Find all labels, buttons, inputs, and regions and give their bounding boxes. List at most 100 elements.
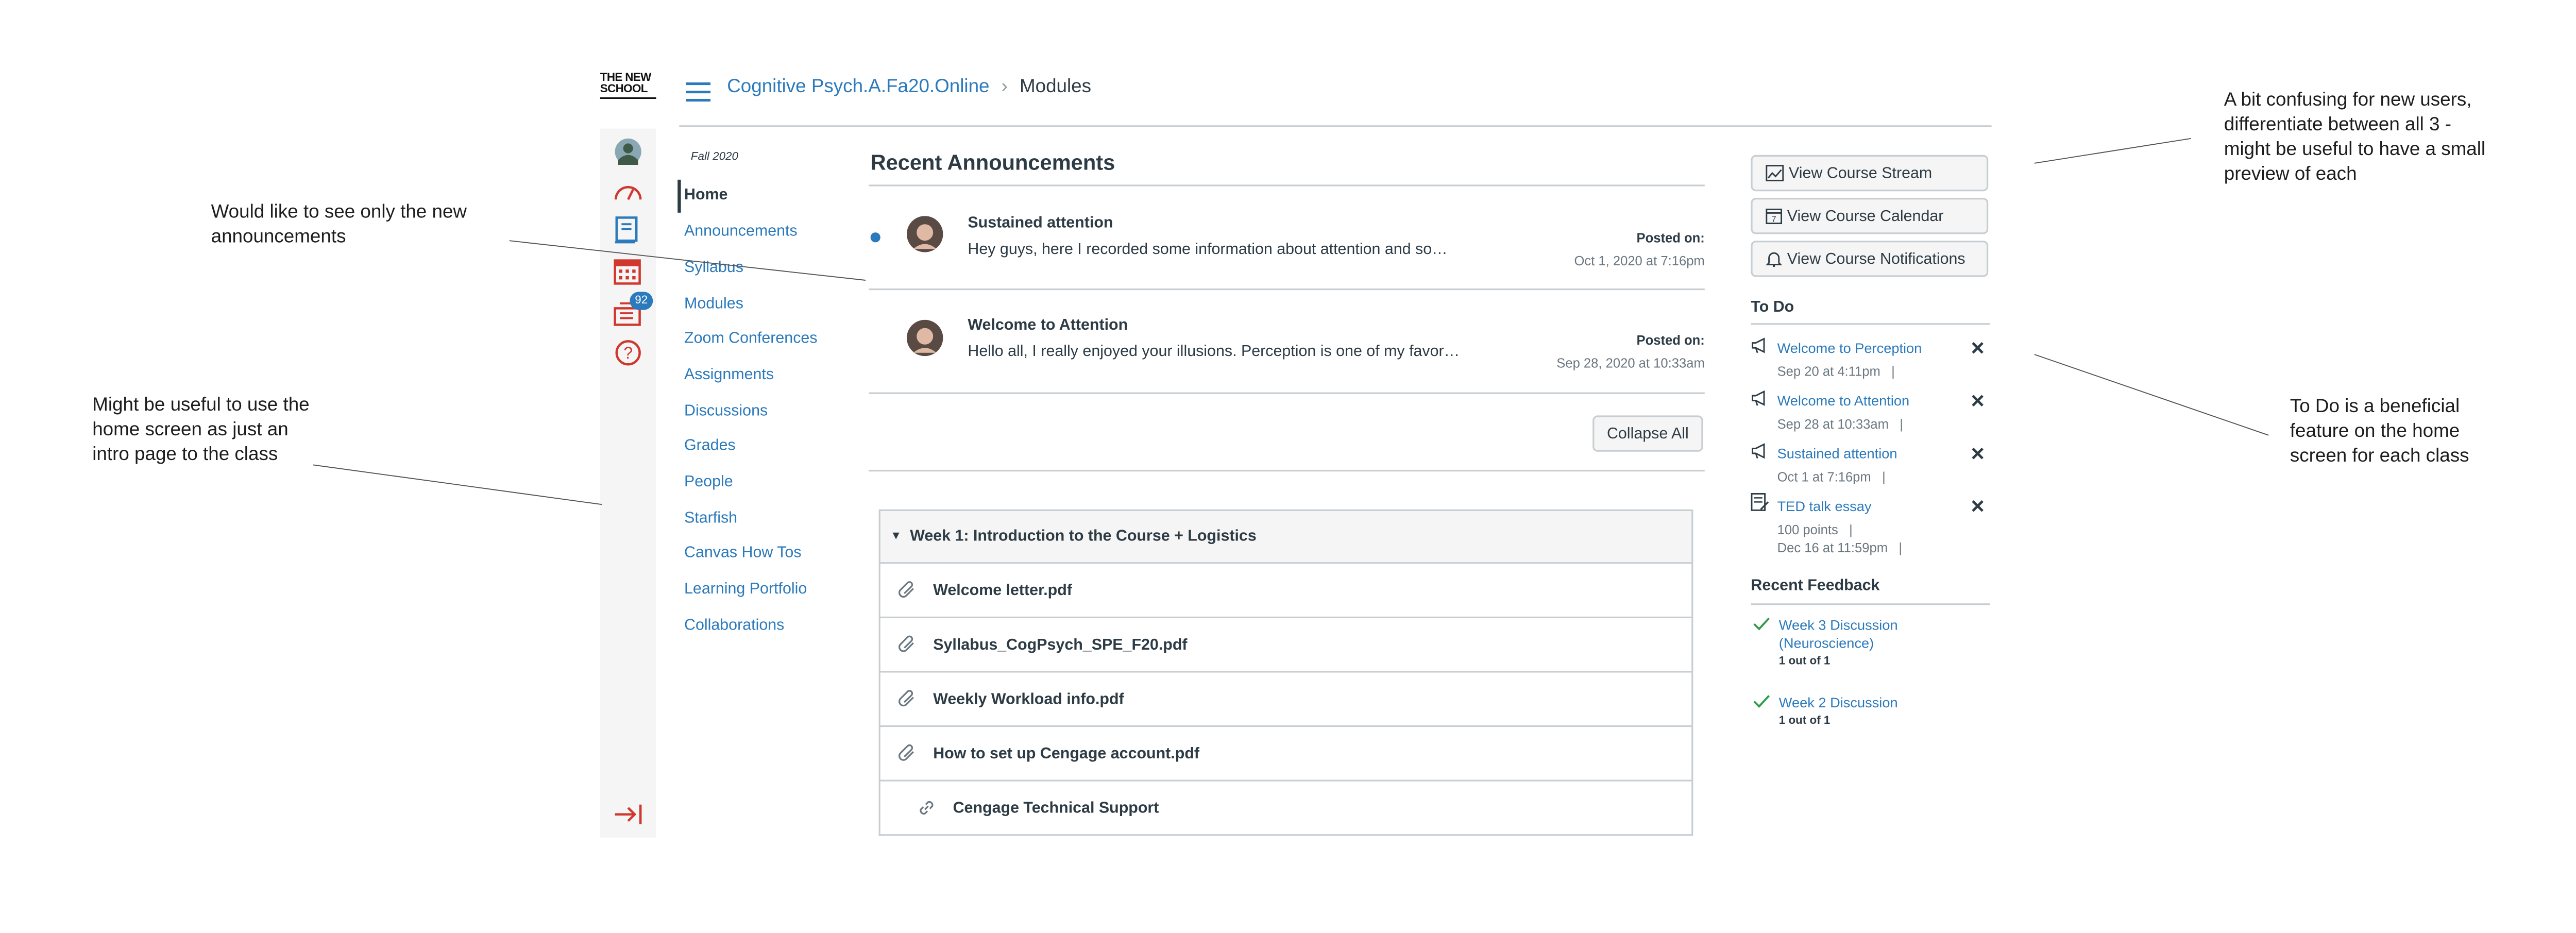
announcement-title[interactable]: Welcome to Attention xyxy=(968,316,1128,334)
announcement-item[interactable]: Welcome to Attention Hello all, I really… xyxy=(869,290,1705,394)
feedback-score: 1 out of 1 xyxy=(1778,715,1831,727)
announcement-title[interactable]: Sustained attention xyxy=(968,214,1113,232)
dismiss-icon[interactable]: ✕ xyxy=(1970,391,1986,412)
module-title: Week 1: Introduction to the Course + Log… xyxy=(910,528,1257,546)
courses-icon[interactable] xyxy=(613,216,639,244)
collapse-nav-icon[interactable] xyxy=(613,804,643,824)
module-item-title[interactable]: Cengage Technical Support xyxy=(953,799,1159,817)
annotation-announcements: Would like to see only the new announcem… xyxy=(211,202,467,247)
course-nav-learning-portfolio[interactable]: Learning Portfolio xyxy=(684,580,807,598)
checkmark-icon xyxy=(1753,617,1771,632)
todo-sub: Oct 1 at 7:16pm | xyxy=(1777,470,1886,485)
todo-title[interactable]: Welcome to Perception xyxy=(1777,340,1922,356)
feedback-title[interactable]: Week 3 Discussion (Neuroscience) xyxy=(1779,617,1936,653)
course-nav-announcements[interactable]: Announcements xyxy=(684,223,798,241)
megaphone-icon xyxy=(1751,442,1769,460)
megaphone-icon xyxy=(1751,336,1769,354)
assignment-icon xyxy=(1751,493,1769,511)
notification-badge: 92 xyxy=(630,292,653,310)
module-item[interactable]: Welcome letter.pdf xyxy=(878,564,1693,618)
course-nav-home[interactable]: Home xyxy=(684,186,728,205)
view-course-calendar-button[interactable]: 7 View Course Calendar xyxy=(1751,198,1989,234)
hamburger-menu-icon[interactable] xyxy=(686,82,711,102)
checkmark-icon xyxy=(1753,694,1771,709)
dismiss-icon[interactable]: ✕ xyxy=(1970,338,1986,359)
announcement-preview: Hey guys, here I recorded some informati… xyxy=(968,241,1448,259)
bell-icon xyxy=(1766,250,1783,267)
todo-sub: Sep 20 at 4:11pm | xyxy=(1777,364,1895,379)
annotation-home-screen: Might be useful to use the home screen a… xyxy=(92,396,310,465)
term-label: Fall 2020 xyxy=(690,151,738,163)
calendar-icon: 7 xyxy=(1766,208,1783,225)
course-nav-people[interactable]: People xyxy=(684,473,733,491)
paperclip-icon xyxy=(897,743,917,763)
view-course-notifications-button[interactable]: View Course Notifications xyxy=(1751,241,1989,277)
course-nav-assignments[interactable]: Assignments xyxy=(684,366,774,384)
todo-title[interactable]: Sustained attention xyxy=(1777,445,1897,462)
course-nav-grades[interactable]: Grades xyxy=(684,437,736,455)
section-divider xyxy=(869,470,1705,472)
feedback-score: 1 out of 1 xyxy=(1778,656,1831,668)
announcement-preview: Hello all, I really enjoyed your illusio… xyxy=(968,343,1460,361)
announcements-heading: Recent Announcements xyxy=(870,150,1115,175)
svg-text:?: ? xyxy=(623,344,633,362)
link-icon xyxy=(917,798,936,818)
course-nav-modules[interactable]: Modules xyxy=(684,295,743,313)
help-icon[interactable]: ? xyxy=(615,340,641,366)
paperclip-icon xyxy=(897,689,917,709)
module-item-title[interactable]: Syllabus_CogPsych_SPE_F20.pdf xyxy=(933,636,1187,654)
posted-date: Oct 1, 2020 at 7:16pm xyxy=(1574,253,1705,269)
course-nav-discussions[interactable]: Discussions xyxy=(684,402,768,420)
annotation-line-home xyxy=(313,464,602,505)
annotation-todo: To Do is a beneficial feature on the hom… xyxy=(2290,397,2469,467)
todo-divider xyxy=(1751,323,1990,325)
header-divider xyxy=(679,125,1992,127)
breadcrumb-current: Modules xyxy=(1019,77,1092,97)
annotation-view-buttons: A bit confusing for new users, different… xyxy=(2224,91,2486,185)
collapse-all-button[interactable]: Collapse All xyxy=(1592,415,1703,452)
announcement-item[interactable]: Sustained attention Hey guys, here I rec… xyxy=(869,186,1705,291)
paperclip-icon xyxy=(897,635,917,654)
course-nav-syllabus[interactable]: Syllabus xyxy=(684,259,743,277)
course-nav-active-bar xyxy=(677,179,681,213)
todo-title[interactable]: TED talk essay xyxy=(1777,498,1872,514)
breadcrumb: Cognitive Psych.A.Fa20.Online › Modules xyxy=(727,77,1091,97)
posted-date: Sep 28, 2020 at 10:33am xyxy=(1556,356,1705,371)
stream-icon xyxy=(1766,165,1784,181)
feedback-title[interactable]: Week 2 Discussion xyxy=(1779,694,1960,712)
todo-sub: 100 points | xyxy=(1777,522,1853,538)
todo-sub: Dec 16 at 11:59pm | xyxy=(1777,540,1902,556)
posted-label: Posted on: xyxy=(1636,333,1705,348)
module-item[interactable]: Cengage Technical Support xyxy=(878,781,1693,836)
module-item[interactable]: Weekly Workload info.pdf xyxy=(878,672,1693,727)
module-item-title[interactable]: Weekly Workload info.pdf xyxy=(933,690,1124,708)
dismiss-icon[interactable]: ✕ xyxy=(1970,444,1986,465)
course-nav-canvas-how-tos[interactable]: Canvas How Tos xyxy=(684,544,802,562)
course-nav-starfish[interactable]: Starfish xyxy=(684,510,737,528)
logo[interactable]: THE NEW SCHOOL xyxy=(600,73,659,99)
svg-text:7: 7 xyxy=(1772,215,1776,224)
annotation-line-buttons xyxy=(2034,138,2191,164)
paperclip-icon xyxy=(897,580,917,600)
calendar-icon[interactable] xyxy=(613,257,641,285)
todo-title[interactable]: Welcome to Attention xyxy=(1777,393,1910,409)
module-header[interactable]: ▼ Week 1: Introduction to the Course + L… xyxy=(878,509,1693,564)
dashboard-icon[interactable] xyxy=(613,181,643,201)
avatar-icon[interactable] xyxy=(615,138,641,165)
breadcrumb-course-link[interactable]: Cognitive Psych.A.Fa20.Online xyxy=(727,77,989,97)
course-nav-collaborations[interactable]: Collaborations xyxy=(684,617,784,635)
module-item-title[interactable]: How to set up Cengage account.pdf xyxy=(933,744,1199,762)
view-course-stream-button[interactable]: View Course Stream xyxy=(1751,155,1989,192)
annotation-line-todo xyxy=(2034,354,2269,436)
breadcrumb-separator: › xyxy=(1001,77,1008,97)
module-item[interactable]: Syllabus_CogPsych_SPE_F20.pdf xyxy=(878,618,1693,673)
megaphone-icon xyxy=(1751,389,1769,407)
module-item[interactable]: How to set up Cengage account.pdf xyxy=(878,727,1693,782)
course-nav-zoom[interactable]: Zoom Conferences xyxy=(684,330,818,348)
module-item-title[interactable]: Welcome letter.pdf xyxy=(933,581,1072,599)
unread-dot xyxy=(870,232,880,243)
author-avatar xyxy=(907,319,943,357)
dismiss-icon[interactable]: ✕ xyxy=(1970,496,1986,517)
author-avatar xyxy=(907,216,943,252)
todo-heading: To Do xyxy=(1751,298,1794,317)
